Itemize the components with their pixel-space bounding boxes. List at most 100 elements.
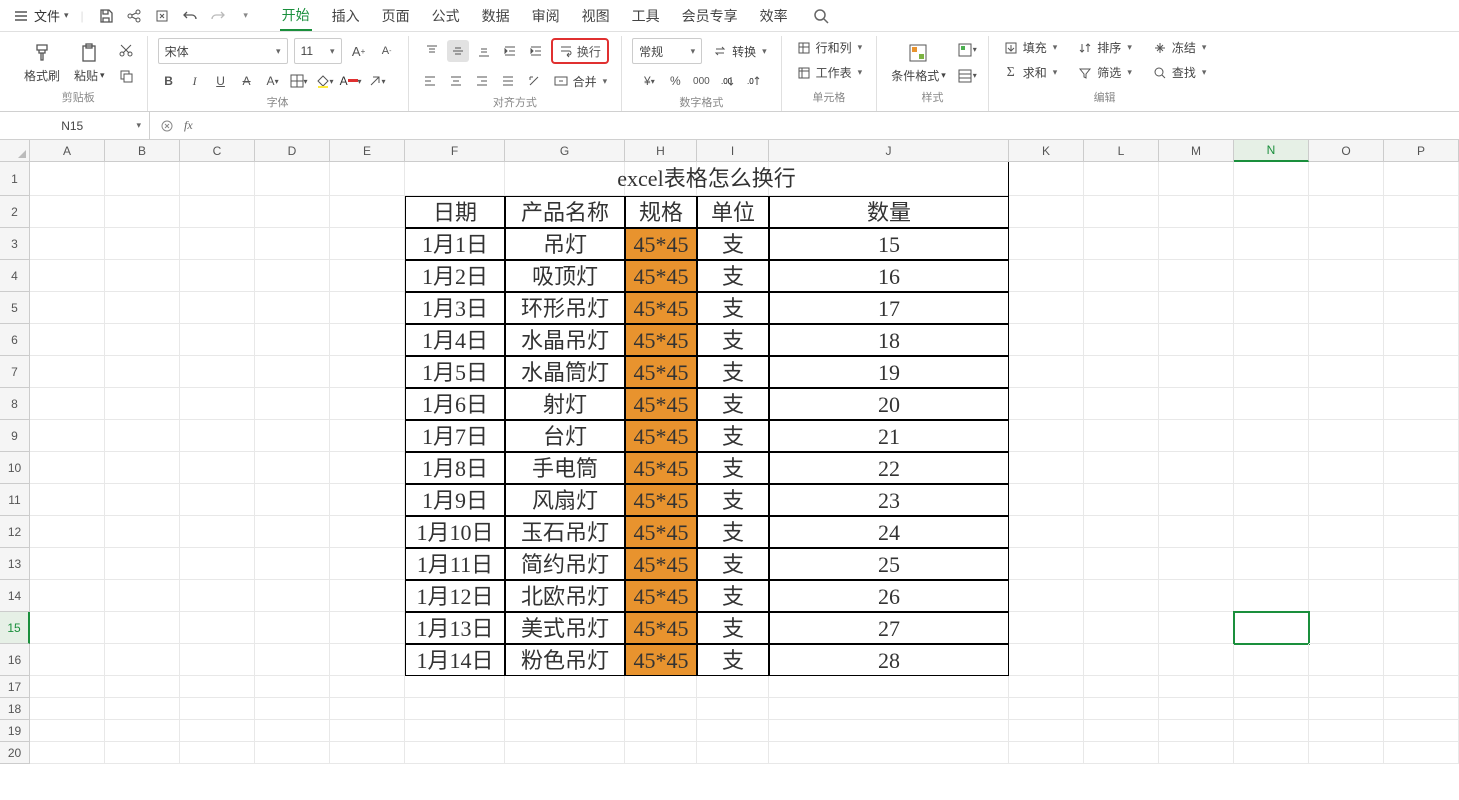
cell[interactable]: [1084, 196, 1159, 228]
cell[interactable]: [1159, 516, 1234, 548]
cell[interactable]: [1234, 698, 1309, 720]
cell[interactable]: [105, 548, 180, 580]
cell[interactable]: [30, 388, 105, 420]
cell[interactable]: [1009, 324, 1084, 356]
cell[interactable]: [1234, 548, 1309, 580]
cell[interactable]: [1309, 720, 1384, 742]
table-data-cell[interactable]: 吊灯: [505, 228, 625, 260]
cell[interactable]: [1309, 580, 1384, 612]
table-data-cell[interactable]: 45*45: [625, 484, 697, 516]
cell[interactable]: [1384, 292, 1459, 324]
cell[interactable]: [769, 676, 1009, 698]
table-data-cell[interactable]: 支: [697, 516, 769, 548]
cell[interactable]: [1309, 676, 1384, 698]
cell[interactable]: [697, 698, 769, 720]
redo-button[interactable]: [208, 6, 228, 26]
table-data-cell[interactable]: 17: [769, 292, 1009, 324]
column-header[interactable]: O: [1309, 140, 1384, 162]
cell[interactable]: [105, 228, 180, 260]
row-header[interactable]: 19: [0, 720, 30, 742]
column-header[interactable]: K: [1009, 140, 1084, 162]
cell[interactable]: [1084, 356, 1159, 388]
row-header[interactable]: 9: [0, 420, 30, 452]
cell[interactable]: [330, 420, 405, 452]
table-header-cell[interactable]: 产品名称: [505, 196, 625, 228]
table-data-cell[interactable]: 45*45: [625, 548, 697, 580]
row-header[interactable]: 11: [0, 484, 30, 516]
fx-button[interactable]: fx: [184, 118, 193, 133]
name-box-dropdown[interactable]: ▾: [136, 120, 141, 131]
cell[interactable]: [105, 452, 180, 484]
cell[interactable]: [30, 676, 105, 698]
tab-insert[interactable]: 插入: [330, 2, 362, 30]
cell[interactable]: [180, 324, 255, 356]
cell[interactable]: [1084, 292, 1159, 324]
font-name-combo[interactable]: 宋体▾: [158, 38, 288, 64]
valign-middle-button[interactable]: [447, 40, 469, 62]
cell[interactable]: [1309, 196, 1384, 228]
cell[interactable]: [30, 720, 105, 742]
cell[interactable]: [1009, 228, 1084, 260]
cell[interactable]: [1159, 548, 1234, 580]
cell[interactable]: [1234, 196, 1309, 228]
borders-button[interactable]: ▾: [288, 70, 310, 92]
table-data-cell[interactable]: 45*45: [625, 324, 697, 356]
cell[interactable]: [1234, 676, 1309, 698]
cell[interactable]: [255, 548, 330, 580]
cell[interactable]: [105, 196, 180, 228]
cell[interactable]: [1384, 484, 1459, 516]
cell[interactable]: [30, 548, 105, 580]
cell[interactable]: [1234, 580, 1309, 612]
cell[interactable]: [1009, 484, 1084, 516]
table-data-cell[interactable]: 支: [697, 388, 769, 420]
underline-button[interactable]: U: [210, 70, 232, 92]
cell[interactable]: [1234, 356, 1309, 388]
cell[interactable]: [330, 644, 405, 676]
filter-button[interactable]: 筛选▾: [1073, 63, 1136, 82]
cell[interactable]: [30, 162, 105, 196]
cell[interactable]: [1309, 260, 1384, 292]
table-data-cell[interactable]: 1月5日: [405, 356, 505, 388]
cell[interactable]: [255, 720, 330, 742]
table-data-cell[interactable]: 支: [697, 452, 769, 484]
cell[interactable]: [180, 742, 255, 764]
cell[interactable]: [1084, 698, 1159, 720]
cell[interactable]: [255, 228, 330, 260]
cell[interactable]: [105, 292, 180, 324]
cell[interactable]: [1309, 162, 1384, 196]
cell[interactable]: [1384, 644, 1459, 676]
cell[interactable]: [1384, 162, 1459, 196]
table-data-cell[interactable]: 1月13日: [405, 612, 505, 644]
row-header[interactable]: 17: [0, 676, 30, 698]
cell[interactable]: [1384, 548, 1459, 580]
cell[interactable]: [105, 720, 180, 742]
cell[interactable]: [1159, 196, 1234, 228]
cell[interactable]: [405, 720, 505, 742]
cell[interactable]: [1384, 324, 1459, 356]
table-data-cell[interactable]: 45*45: [625, 292, 697, 324]
tab-page[interactable]: 页面: [380, 2, 412, 30]
cell[interactable]: [505, 676, 625, 698]
cell[interactable]: [1084, 580, 1159, 612]
table-data-cell[interactable]: 美式吊灯: [505, 612, 625, 644]
column-header[interactable]: F: [405, 140, 505, 162]
column-header[interactable]: J: [769, 140, 1009, 162]
cell[interactable]: [1009, 580, 1084, 612]
fill-button[interactable]: 填充▾: [999, 38, 1062, 57]
row-header[interactable]: 1: [0, 162, 30, 196]
cell[interactable]: [180, 162, 255, 196]
cell[interactable]: [105, 388, 180, 420]
cell[interactable]: [105, 644, 180, 676]
table-data-cell[interactable]: 15: [769, 228, 1009, 260]
copy-button[interactable]: [115, 65, 137, 87]
cell[interactable]: [1309, 228, 1384, 260]
cell[interactable]: [1234, 228, 1309, 260]
cell[interactable]: [1084, 228, 1159, 260]
table-data-cell[interactable]: 支: [697, 580, 769, 612]
italic-button[interactable]: I: [184, 70, 206, 92]
cell[interactable]: [180, 388, 255, 420]
column-header[interactable]: A: [30, 140, 105, 162]
cell[interactable]: [1384, 742, 1459, 764]
cell[interactable]: [330, 698, 405, 720]
rowcol-button[interactable]: 行和列▾: [792, 38, 867, 57]
